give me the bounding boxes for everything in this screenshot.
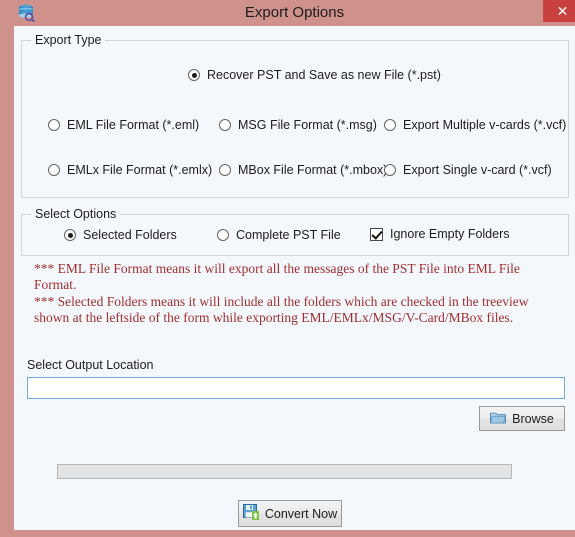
radio-indicator bbox=[219, 164, 231, 176]
browse-button-label: Browse bbox=[512, 411, 554, 426]
radio-indicator bbox=[384, 119, 396, 131]
radio-indicator bbox=[188, 69, 200, 81]
radio-label: MSG File Format (*.msg) bbox=[238, 118, 377, 132]
radio-eml-format[interactable]: EML File Format (*.eml) bbox=[48, 118, 199, 132]
radio-indicator bbox=[48, 119, 60, 131]
radio-label: Recover PST and Save as new File (*.pst) bbox=[207, 68, 441, 82]
browse-button[interactable]: Browse bbox=[479, 406, 565, 431]
select-options-legend: Select Options bbox=[31, 207, 121, 221]
convert-button-label: Convert Now bbox=[264, 506, 338, 521]
radio-mbox-format[interactable]: MBox File Format (*.mbox) bbox=[219, 163, 387, 177]
output-location-input[interactable] bbox=[27, 377, 565, 399]
title-bar: Export Options ✕ bbox=[7, 0, 575, 26]
note-selected-folders: *** Selected Folders means it will inclu… bbox=[34, 294, 529, 325]
radio-indicator bbox=[219, 119, 231, 131]
output-location-label: Select Output Location bbox=[27, 358, 154, 372]
export-options-window: Export Options ✕ Export Type Recover PST… bbox=[0, 0, 575, 537]
note-eml-format: *** EML File Format means it will export… bbox=[34, 261, 520, 292]
export-type-groupbox: Export Type Recover PST and Save as new … bbox=[21, 33, 569, 198]
radio-indicator bbox=[64, 229, 76, 241]
close-button[interactable]: ✕ bbox=[543, 0, 575, 22]
radio-single-vcard[interactable]: Export Single v-card (*.vcf) bbox=[384, 163, 552, 177]
radio-label: MBox File Format (*.mbox) bbox=[238, 163, 388, 177]
radio-complete-pst-file[interactable]: Complete PST File bbox=[217, 228, 341, 242]
checkbox-ignore-empty-folders[interactable]: Ignore Empty Folders bbox=[370, 227, 510, 241]
dialog-client-area: Export Type Recover PST and Save as new … bbox=[14, 26, 575, 530]
radio-emlx-format[interactable]: EMLx File Format (*.emlx) bbox=[48, 163, 212, 177]
checkbox-indicator bbox=[370, 227, 383, 241]
radio-label: Selected Folders bbox=[83, 228, 177, 242]
radio-recover-pst[interactable]: Recover PST and Save as new File (*.pst) bbox=[188, 68, 441, 82]
radio-indicator bbox=[48, 164, 60, 176]
radio-indicator bbox=[217, 229, 229, 241]
select-options-groupbox: Select Options Selected Folders Complete… bbox=[21, 207, 569, 256]
radio-msg-format[interactable]: MSG File Format (*.msg) bbox=[219, 118, 377, 132]
radio-indicator bbox=[384, 164, 396, 176]
save-disk-icon bbox=[242, 504, 259, 523]
radio-label: EMLx File Format (*.emlx) bbox=[67, 163, 213, 177]
folder-icon bbox=[490, 411, 507, 427]
radio-label: Export Single v-card (*.vcf) bbox=[403, 163, 552, 177]
window-title: Export Options bbox=[244, 4, 345, 21]
radio-label: Export Multiple v-cards (*.vcf) bbox=[403, 118, 567, 132]
radio-selected-folders[interactable]: Selected Folders bbox=[64, 228, 177, 242]
export-type-legend: Export Type bbox=[31, 33, 106, 47]
conversion-progress-bar bbox=[57, 464, 512, 479]
radio-multiple-vcards[interactable]: Export Multiple v-cards (*.vcf) bbox=[384, 118, 566, 132]
radio-label: EML File Format (*.eml) bbox=[67, 118, 200, 132]
convert-now-button[interactable]: Convert Now bbox=[238, 500, 342, 527]
radio-label: Complete PST File bbox=[236, 228, 341, 242]
checkbox-label: Ignore Empty Folders bbox=[390, 227, 510, 241]
